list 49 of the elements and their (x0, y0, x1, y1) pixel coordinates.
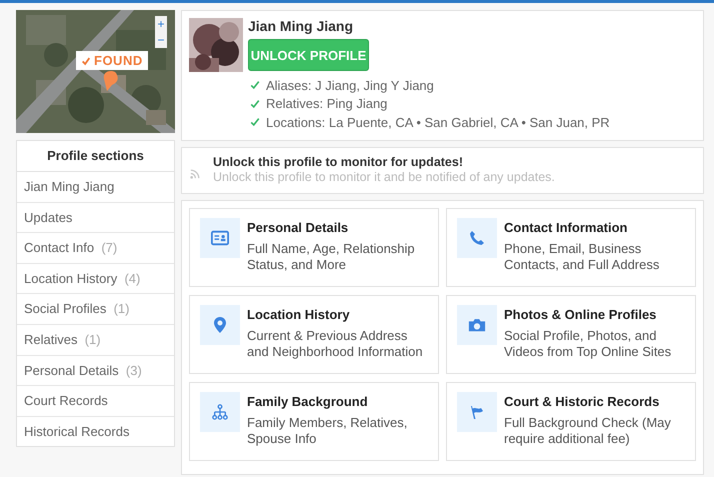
sidebar-item[interactable]: Location History (4) (17, 264, 174, 294)
section-description: Family Members, Relatives, Spouse Info (247, 415, 408, 447)
section-title: Photos & Online Profiles (504, 307, 658, 322)
section-description: Full Name, Age, Relationship Status, and More (247, 241, 416, 273)
section-title: Personal Details (247, 220, 350, 235)
section-description: Current & Previous Address and Neighborhood Information (247, 328, 424, 360)
fact-text: Relatives: Ping Jiang (266, 96, 388, 112)
location-pin-icon (211, 317, 229, 333)
sidebar-item[interactable]: Contact Info (7) (17, 233, 174, 264)
notice-text: Unlock this profile to monitor it and be notified of any updates. (213, 170, 555, 184)
sidebar-item[interactable]: Jian Ming Jiang (17, 172, 174, 203)
check-icon (250, 117, 260, 128)
section-title: Family Background (247, 394, 369, 409)
section-tile[interactable]: Personal Details Full Name, Age, Relationship Status, and More (189, 208, 439, 287)
badge-label: FOUND (94, 53, 143, 68)
sidebar-item[interactable]: Court Records (17, 386, 174, 417)
check-icon (81, 56, 91, 66)
section-tile[interactable]: Family Background Family Members, Relatives, Spouse Info (189, 382, 439, 461)
sidebar-item[interactable]: Relatives (1) (17, 324, 174, 356)
rss-icon (190, 169, 200, 179)
id-card-icon (211, 230, 229, 246)
section-tile[interactable]: Photos & Online Profiles Social Profile, Photos, and Videos from Top Online Sites (446, 295, 696, 374)
hierarchy-icon (211, 404, 229, 420)
section-description: Phone, Email, Business Contacts, and Full Address (504, 241, 660, 273)
fact-text: Locations: La Puente, CA • San Gabriel, CA • San Juan, PR (266, 114, 610, 130)
sidebar-item[interactable]: Updates (17, 202, 174, 234)
zoom-out-button[interactable]: − (155, 32, 167, 48)
section-title: Contact Information (504, 220, 628, 235)
person-name: Jian Ming Jiang (248, 18, 354, 34)
zoom-in-button[interactable]: + (155, 16, 167, 32)
sidebar-title: Profile sections (17, 141, 174, 172)
check-icon (250, 98, 260, 109)
notice-title: Unlock this profile to monitor for updates! (213, 155, 464, 169)
section-description: Social Profile, Photos, and Videos from Top Online Sites (504, 328, 672, 360)
camera-icon (468, 317, 486, 333)
section-tile[interactable]: Contact Information Phone, Email, Business Contacts, and Full Address (446, 208, 696, 287)
map-pin-icon (103, 71, 119, 91)
sidebar-item[interactable]: Social Profiles (1) (17, 294, 174, 325)
fact-text: Aliases: J Jiang, Jing Y Jiang (266, 78, 434, 93)
check-icon (250, 80, 260, 90)
section-title: Location History (247, 307, 351, 322)
section-tile[interactable]: Location History Current & Previous Address and Neighborhood Information (189, 295, 439, 374)
sidebar-item[interactable]: Personal Details (3) (17, 356, 174, 386)
phone-icon (468, 230, 486, 246)
flag-icon (468, 404, 486, 420)
section-tile[interactable]: Court & Historic Records Full Background Check (May require additional fee) (446, 382, 696, 461)
section-title: Court & Historic Records (504, 394, 660, 409)
sidebar-item[interactable]: Historical Records (17, 416, 174, 446)
section-description: Full Background Check (May require additional fee) (504, 415, 672, 447)
